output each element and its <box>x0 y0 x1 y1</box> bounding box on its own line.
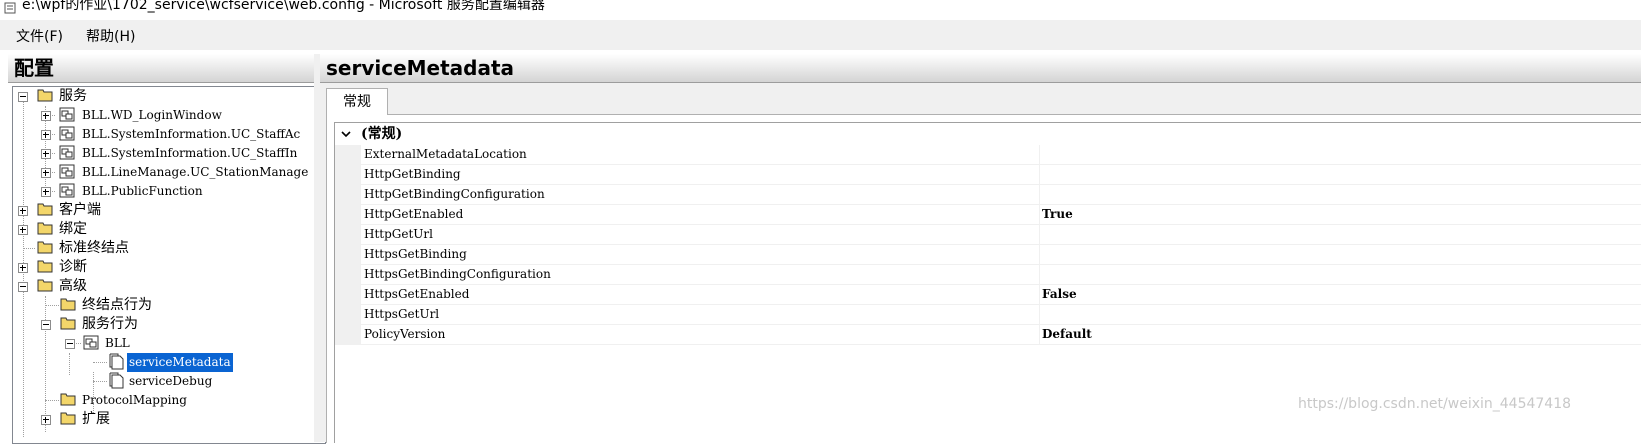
folder-icon <box>60 298 76 311</box>
tab-general[interactable]: 常规 <box>326 88 388 115</box>
expand-box-icon[interactable] <box>41 168 51 178</box>
property-name: HttpsGetBinding <box>361 245 1040 265</box>
folder-icon <box>60 393 76 406</box>
menu-help[interactable]: 帮助(H) <box>86 26 135 46</box>
property-row[interactable]: PolicyVersion Default <box>335 325 1641 345</box>
menu-file[interactable]: 文件(F) <box>16 26 63 46</box>
tree-label: 高级 <box>59 278 87 294</box>
folder-icon <box>37 260 53 273</box>
category-label: (常规) <box>361 126 403 142</box>
folder-icon <box>37 241 53 254</box>
collapse-box-icon[interactable] <box>41 320 51 330</box>
expand-box-icon[interactable] <box>18 206 28 216</box>
property-name: HttpGetUrl <box>361 225 1040 245</box>
property-value[interactable] <box>1039 185 1641 205</box>
property-value[interactable]: True <box>1039 205 1641 225</box>
configuration-tree[interactable]: 服务 BLL.WD_LoginWindow BLL.SystemInformat… <box>12 86 326 444</box>
expand-box-icon[interactable] <box>18 263 28 273</box>
tree-label: BLL.PublicFunction <box>82 184 203 198</box>
expand-box-icon[interactable] <box>41 111 51 121</box>
tree-label: BLL.SystemInformation.UC_StaffAc <box>82 127 301 141</box>
document-icon <box>109 353 124 370</box>
property-value[interactable] <box>1039 245 1641 265</box>
configuration-panel: 配置 服务 BLL.WD_LoginWindow BLL.SystemInfor… <box>8 54 328 444</box>
tree-label: 标准终结点 <box>59 240 129 256</box>
tree-label: 诊断 <box>59 259 87 275</box>
property-value[interactable]: False <box>1039 285 1641 305</box>
expand-box-icon[interactable] <box>41 149 51 159</box>
property-row[interactable]: HttpGetEnabled True <box>335 205 1641 225</box>
watermark: https://blog.csdn.net/weixin_44547418 <box>1298 396 1572 412</box>
tree-label: 服务 <box>59 88 87 104</box>
tree-label: 客户端 <box>59 202 101 218</box>
service-icon <box>59 126 75 141</box>
window-title: e:\wpf的作业\1702_service\wcfservice\web.co… <box>22 0 545 13</box>
tree-label: 服务行为 <box>82 316 138 332</box>
title-bar: e:\wpf的作业\1702_service\wcfservice\web.co… <box>0 0 1641 20</box>
property-row[interactable]: HttpsGetEnabled False <box>335 285 1641 305</box>
document-icon <box>109 372 124 389</box>
collapse-box-icon[interactable] <box>18 282 28 292</box>
config-editor-icon <box>4 2 16 14</box>
property-row[interactable]: HttpsGetUrl <box>335 305 1641 325</box>
tree-label: 终结点行为 <box>82 297 152 313</box>
expand-box-icon[interactable] <box>18 225 28 235</box>
folder-icon <box>37 279 53 292</box>
detail-header: serviceMetadata <box>320 54 1641 83</box>
property-row[interactable]: HttpsGetBindingConfiguration <box>335 265 1641 285</box>
configuration-header: 配置 <box>8 54 328 83</box>
property-value[interactable] <box>1039 145 1641 165</box>
collapse-box-icon[interactable] <box>65 339 75 349</box>
collapse-box-icon[interactable] <box>18 92 28 102</box>
property-name: HttpsGetEnabled <box>361 285 1040 305</box>
property-value[interactable] <box>1039 165 1641 185</box>
expand-box-icon[interactable] <box>41 187 51 197</box>
service-icon <box>59 145 75 160</box>
tree-label: serviceDebug <box>129 374 213 388</box>
service-icon <box>59 164 75 179</box>
tree-label: BLL.LineManage.UC_StationManage <box>82 165 309 179</box>
service-icon <box>59 183 75 198</box>
property-name: HttpsGetUrl <box>361 305 1040 325</box>
tree-label: BLL.WD_LoginWindow <box>82 108 222 122</box>
property-row[interactable]: HttpGetUrl <box>335 225 1641 245</box>
folder-icon <box>60 412 76 425</box>
property-row[interactable]: HttpGetBindingConfiguration <box>335 185 1641 205</box>
tree-label: BLL.SystemInformation.UC_StaffIn <box>82 146 298 160</box>
menu-bar: 文件(F) 帮助(H) <box>0 20 1641 50</box>
folder-icon <box>37 222 53 235</box>
service-icon <box>59 107 75 122</box>
property-row[interactable]: ExternalMetadataLocation <box>335 145 1641 165</box>
property-row[interactable]: HttpGetBinding <box>335 165 1641 185</box>
service-icon <box>83 335 99 350</box>
property-name: HttpGetBindingConfiguration <box>361 185 1040 205</box>
chevron-down-icon[interactable] <box>341 129 351 139</box>
property-category[interactable]: (常规) <box>335 123 1641 145</box>
folder-icon <box>37 89 53 102</box>
folder-icon <box>60 317 76 330</box>
expand-box-icon[interactable] <box>41 130 51 140</box>
property-name: HttpGetBinding <box>361 165 1040 185</box>
detail-panel: serviceMetadata 常规 (常规) ExternalMetadata… <box>320 54 1641 443</box>
folder-icon <box>37 203 53 216</box>
property-name: PolicyVersion <box>361 325 1040 345</box>
tree-label: 绑定 <box>59 221 87 237</box>
tree-label: serviceMetadata <box>127 353 233 372</box>
property-name: ExternalMetadataLocation <box>361 145 1040 165</box>
property-value[interactable] <box>1039 225 1641 245</box>
tree-label: ProtocolMapping <box>82 393 187 407</box>
property-value[interactable] <box>1039 305 1641 325</box>
expand-box-icon[interactable] <box>41 415 51 425</box>
property-name: HttpsGetBindingConfiguration <box>361 265 1040 285</box>
property-name: HttpGetEnabled <box>361 205 1040 225</box>
tree-label: BLL <box>105 336 130 350</box>
tree-label: 扩展 <box>82 411 110 427</box>
property-value[interactable] <box>1039 265 1641 285</box>
property-row[interactable]: HttpsGetBinding <box>335 245 1641 265</box>
property-value[interactable]: Default <box>1039 325 1641 345</box>
property-grid[interactable]: (常规) ExternalMetadataLocation HttpGetBin… <box>334 122 1641 443</box>
